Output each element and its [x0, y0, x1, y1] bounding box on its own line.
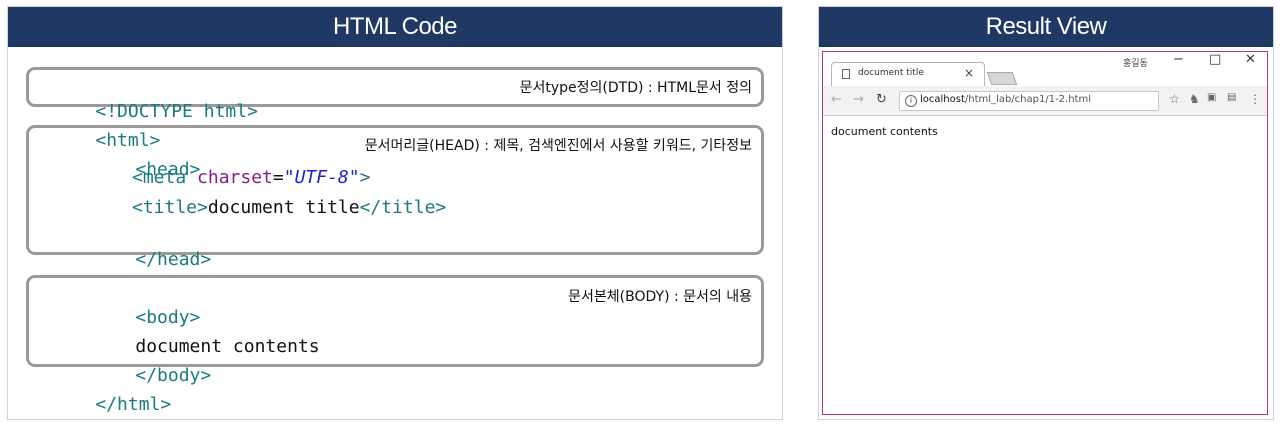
- url-host: localhost: [920, 94, 965, 105]
- browser-toolbar: ← → ↻ i localhost/html_lab/chap1/1-2.htm…: [823, 86, 1267, 116]
- meta-attr: charset: [197, 167, 273, 188]
- browser-titlebar: document title × 홍길동 − □ ✕: [823, 52, 1267, 86]
- url-text: localhost/html_lab/chap1/1-2.html: [920, 94, 1091, 105]
- info-icon[interactable]: i: [905, 95, 917, 107]
- window-user-label: 홍길동: [1123, 59, 1148, 69]
- page-icon: [842, 69, 850, 79]
- meta-line: <meta charset="UTF-8">: [132, 167, 370, 189]
- new-tab-button[interactable]: [986, 72, 1018, 85]
- title-text: document title: [207, 197, 360, 218]
- tab-title: document title: [858, 68, 924, 78]
- result-view-panel: Result View document title × 홍길동 − □ ✕ ←…: [818, 6, 1274, 420]
- back-icon[interactable]: ←: [831, 92, 842, 107]
- title-line: <title>document title</title>: [132, 197, 446, 219]
- title-open-tag: <title>: [132, 197, 208, 218]
- address-bar[interactable]: i localhost/html_lab/chap1/1-2.html: [899, 91, 1159, 111]
- html-close-tag: </html>: [95, 394, 172, 415]
- extension-icon-2[interactable]: ▣: [1207, 92, 1216, 103]
- browser-window: document title × 홍길동 − □ ✕ ← → ↻ i local…: [822, 51, 1268, 415]
- url-path: /html_lab/chap1/1-2.html: [964, 94, 1091, 105]
- meta-value: "UTF-8": [283, 167, 360, 188]
- meta-eq: =: [272, 167, 284, 188]
- result-view-header: Result View: [819, 7, 1273, 47]
- page-content: document contents: [831, 125, 938, 138]
- dtd-annotation: 문서type정의(DTD) : HTML문서 정의: [519, 80, 752, 96]
- bookmark-star-icon[interactable]: ☆: [1169, 92, 1180, 106]
- reload-icon[interactable]: ↻: [876, 92, 887, 107]
- body-annotation: 문서본체(BODY) : 문서의 내용: [568, 289, 752, 305]
- tab-close-icon[interactable]: ×: [964, 66, 974, 80]
- browser-tab[interactable]: document title ×: [831, 62, 985, 86]
- html-close-line: </html>: [52, 372, 171, 438]
- close-window-icon[interactable]: ✕: [1245, 52, 1256, 67]
- html-code-header: HTML Code: [8, 7, 782, 47]
- head-close-line: </head>: [92, 227, 211, 293]
- extension-icon-3[interactable]: ▤: [1227, 92, 1236, 103]
- head-close-tag: </head>: [135, 249, 212, 270]
- meta-open-tag: <meta: [132, 167, 198, 188]
- minimize-icon[interactable]: −: [1173, 52, 1184, 67]
- maximize-icon[interactable]: □: [1209, 52, 1221, 67]
- forward-icon[interactable]: →: [853, 92, 864, 107]
- menu-icon[interactable]: ⋮: [1249, 92, 1261, 106]
- html-code-panel: HTML Code <!DOCTYPE html> <html> <head> …: [7, 6, 783, 420]
- title-close-tag: </title>: [359, 197, 447, 218]
- extension-icon[interactable]: ♞: [1189, 92, 1200, 106]
- meta-close: >: [359, 167, 371, 188]
- head-annotation: 문서머리글(HEAD) : 제목, 검색엔진에서 사용할 키워드, 기타정보: [364, 138, 752, 154]
